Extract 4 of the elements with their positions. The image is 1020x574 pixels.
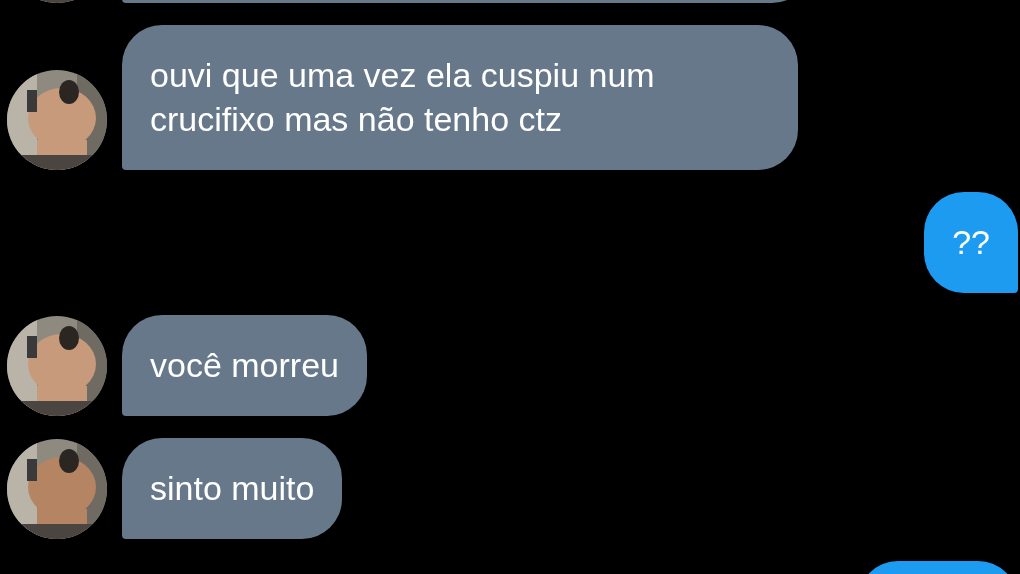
message-bubble: você morreu (122, 315, 367, 416)
message-bubble: ?? (924, 192, 1018, 293)
message-bubble: sinto muito (122, 438, 343, 539)
message-bubble: ouvi que uma vez ela cuspiu num crucifixo mas não tenho ctz (122, 25, 798, 170)
